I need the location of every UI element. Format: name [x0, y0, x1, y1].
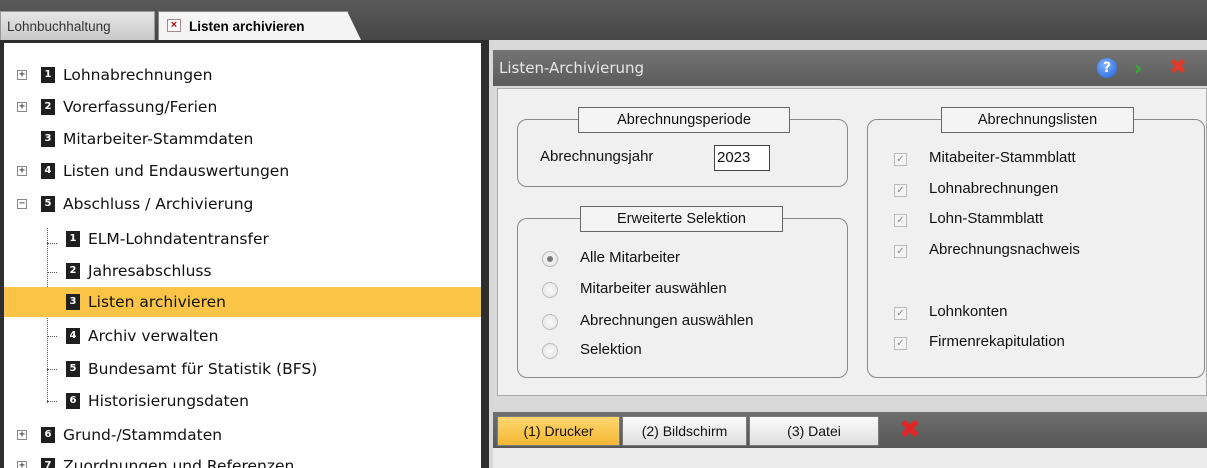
collapse-icon[interactable]: −	[17, 199, 27, 209]
tree-connector-line	[47, 369, 57, 370]
tree-item-abschluss-archivierung[interactable]: − 5 Abschluss / Archivierung	[17, 189, 253, 219]
checkbox-label: Mitabeiter-Stammblatt	[929, 149, 1076, 166]
tab-listen-archivieren[interactable]: × Listen archivieren	[158, 11, 361, 40]
checkbox-label: Lohnabrechnungen	[929, 180, 1059, 197]
year-input[interactable]: 2023	[714, 145, 770, 171]
panel-title: Listen-Archivierung	[499, 59, 645, 77]
tree-item-label: Historisierungsdaten	[88, 392, 249, 410]
tree-connector-line	[47, 272, 57, 273]
radio-label: Alle Mitarbeiter	[580, 249, 681, 266]
expand-icon[interactable]: +	[17, 70, 27, 80]
number-badge: 7	[41, 458, 55, 468]
tree-item-lohnabrechnungen[interactable]: + 1 Lohnabrechnungen	[17, 60, 212, 90]
number-badge: 4	[66, 328, 80, 344]
tab-strip: Lohnbuchhaltung × Listen archivieren	[0, 0, 1207, 40]
expand-icon[interactable]: +	[17, 461, 27, 468]
tree-item-label: Vorerfassung/Ferien	[63, 98, 218, 116]
lists-legend: Abrechnungslisten	[941, 107, 1134, 133]
number-badge: 2	[66, 263, 80, 279]
checkbox-label: Lohnkonten	[929, 303, 1008, 320]
checkbox-lohn-stammblatt[interactable]: ✓	[894, 214, 907, 227]
number-badge: 6	[66, 393, 80, 409]
tree-item-label: Bundesamt für Statistik (BFS)	[88, 360, 318, 378]
tree-item-label: Listen archivieren	[88, 293, 226, 311]
expand-icon[interactable]: +	[17, 102, 27, 112]
tree-item-vorerfassung[interactable]: + 2 Vorerfassung/Ferien	[17, 92, 217, 122]
red-x-icon[interactable]: ✖	[897, 417, 923, 444]
datei-button[interactable]: (3) Datei	[749, 416, 879, 446]
help-icon[interactable]: ?	[1097, 58, 1117, 78]
selection-legend: Erweiterte Selektion	[580, 206, 783, 232]
number-badge: 5	[41, 196, 55, 212]
form-area: Abrechnungsperiode Abrechnungsjahr 2023 …	[497, 88, 1207, 396]
checkbox-firmenrekapitulation[interactable]: ✓	[894, 337, 907, 350]
tree-item-jahresabschluss[interactable]: 2 Jahresabschluss	[66, 256, 212, 286]
radio-alle-mitarbeiter[interactable]	[542, 251, 558, 267]
selection-group	[517, 218, 848, 378]
tree-item-label: Abschluss / Archivierung	[63, 195, 254, 213]
checkbox-label: Abrechnungsnachweis	[929, 241, 1080, 258]
close-icon[interactable]: ✖	[1169, 57, 1189, 79]
checkbox-label: Firmenrekapitulation	[929, 333, 1065, 350]
number-badge: 4	[41, 163, 55, 179]
checkbox-mitarbeiter-stammblatt[interactable]: ✓	[894, 153, 907, 166]
number-badge: 3	[41, 131, 55, 147]
close-tab-icon[interactable]: ×	[167, 19, 181, 32]
radio-abrechnungen-auswaehlen[interactable]	[542, 314, 558, 330]
number-badge: 1	[66, 231, 80, 247]
tree-connector-line	[47, 243, 57, 244]
radio-label: Abrechnungen auswählen	[580, 312, 754, 329]
tree-item-zuordnungen-referenzen[interactable]: + 7 Zuordnungen und Referenzen	[17, 451, 294, 468]
number-badge: 5	[66, 361, 80, 377]
output-toolbar: (1) Drucker (2) Bildschirm (3) Datei ✖	[493, 412, 1207, 448]
next-icon[interactable]: ›	[1134, 58, 1150, 78]
tree-connector-line	[47, 401, 57, 402]
drucker-button[interactable]: (1) Drucker	[497, 416, 620, 446]
number-badge: 6	[41, 427, 55, 443]
checkbox-lohnkonten[interactable]: ✓	[894, 307, 907, 320]
panel-header: Listen-Archivierung ? › ✖	[493, 50, 1207, 86]
tree-item-historisierungsdaten[interactable]: 6 Historisierungsdaten	[66, 386, 249, 416]
tree-item-mitarbeiter-stammdaten[interactable]: 3 Mitarbeiter-Stammdaten	[17, 124, 253, 154]
tree-item-label: Mitarbeiter-Stammdaten	[63, 130, 254, 148]
tree-item-label: ELM-Lohndatentransfer	[88, 230, 269, 248]
checkbox-label: Lohn-Stammblatt	[929, 210, 1044, 227]
tab-label: Listen archivieren	[189, 18, 305, 34]
number-badge: 2	[41, 99, 55, 115]
tree-item-label: Listen und Endauswertungen	[63, 162, 290, 180]
expand-icon[interactable]: +	[17, 166, 27, 176]
expand-icon[interactable]: +	[17, 430, 27, 440]
checkbox-lohnabrechnungen[interactable]: ✓	[894, 184, 907, 197]
period-legend: Abrechnungsperiode	[578, 107, 790, 133]
number-badge: 1	[41, 67, 55, 83]
tree-item-archiv-verwalten[interactable]: 4 Archiv verwalten	[66, 321, 218, 351]
tree-item-listen-archivieren[interactable]: 3 Listen archivieren	[4, 287, 481, 317]
output-area	[493, 448, 1207, 468]
tree-item-label: Grund-/Stammdaten	[63, 426, 223, 444]
number-badge: 3	[66, 294, 80, 310]
tree-item-elm-lohndatentransfer[interactable]: 1 ELM-Lohndatentransfer	[66, 224, 269, 254]
tab-label: Lohnbuchhaltung	[7, 18, 111, 34]
tree-item-label: Archiv verwalten	[88, 327, 219, 345]
radio-label: Selektion	[580, 341, 642, 358]
checkbox-abrechnungsnachweis[interactable]: ✓	[894, 245, 907, 258]
tree-item-label: Zuordnungen und Referenzen	[63, 457, 295, 468]
radio-mitarbeiter-auswaehlen[interactable]	[542, 282, 558, 298]
radio-selektion[interactable]	[542, 343, 558, 359]
tree-item-label: Lohnabrechnungen	[63, 66, 213, 84]
navigation-tree: + 1 Lohnabrechnungen + 2 Vorerfassung/Fe…	[0, 40, 485, 468]
bildschirm-button[interactable]: (2) Bildschirm	[622, 416, 747, 446]
tree-item-listen-endauswertungen[interactable]: + 4 Listen und Endauswertungen	[17, 156, 289, 186]
year-label: Abrechnungsjahr	[540, 148, 654, 165]
tree-item-grund-stammdaten[interactable]: + 6 Grund-/Stammdaten	[17, 420, 222, 450]
tab-lohnbuchhaltung[interactable]: Lohnbuchhaltung	[0, 11, 155, 40]
tree-connector-line	[47, 336, 57, 337]
tree-item-label: Jahresabschluss	[88, 262, 212, 280]
archive-panel: Listen-Archivierung ? › ✖ Abrechnungsper…	[489, 40, 1207, 468]
tree-item-bundesamt-statistik[interactable]: 5 Bundesamt für Statistik (BFS)	[66, 354, 317, 384]
radio-label: Mitarbeiter auswählen	[580, 280, 727, 297]
